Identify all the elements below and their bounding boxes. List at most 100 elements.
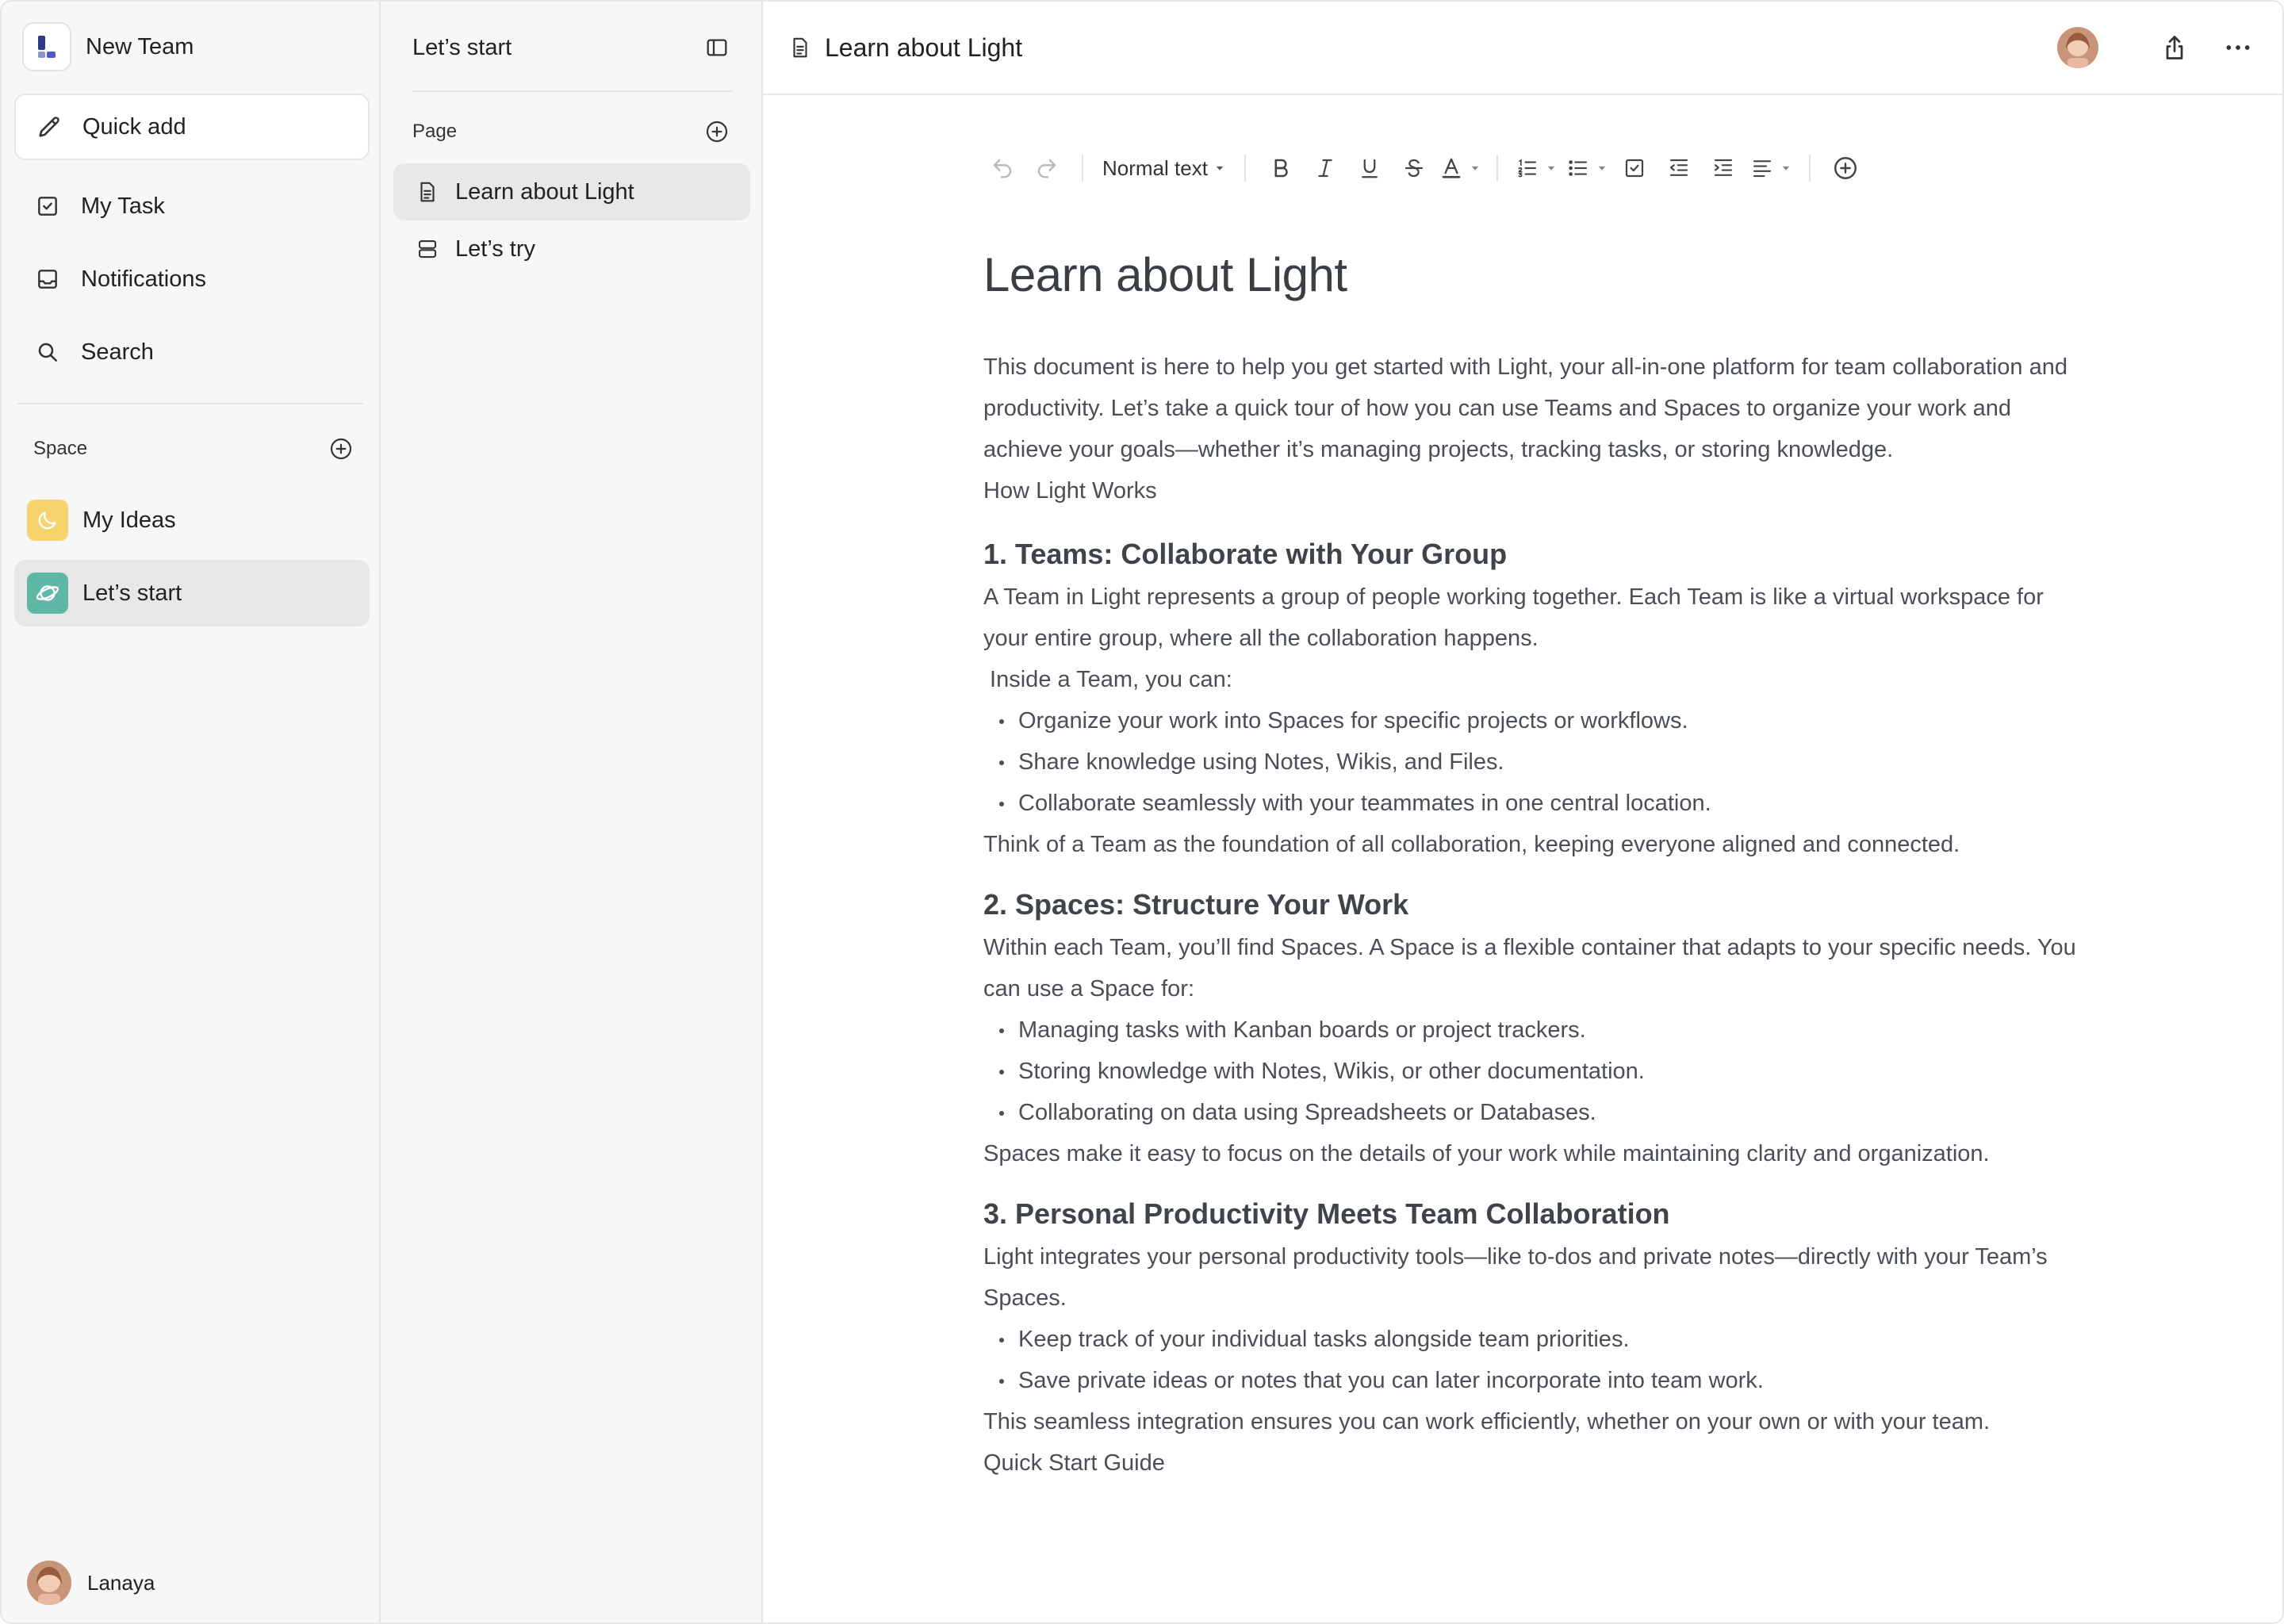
outdent-button[interactable] xyxy=(1657,146,1701,190)
user-profile[interactable]: Lanaya xyxy=(27,1561,155,1605)
section-heading: 1. Teams: Collaborate with Your Group xyxy=(983,538,1508,570)
inbox-icon xyxy=(32,263,63,295)
bold-button[interactable] xyxy=(1259,146,1303,190)
nav-item-search[interactable]: Search xyxy=(14,319,370,385)
section-lead: Inside a Team, you can: xyxy=(983,667,1232,692)
share-button[interactable] xyxy=(2152,25,2197,70)
search-icon xyxy=(32,336,63,368)
moon-icon xyxy=(27,500,68,541)
redo-button[interactable] xyxy=(1025,146,1069,190)
add-space-button[interactable] xyxy=(325,433,357,465)
list-item: Storing knowledge with Notes, Wikis, or … xyxy=(983,1051,2078,1092)
chevron-down-icon xyxy=(1598,166,1606,170)
underline-button[interactable] xyxy=(1347,146,1392,190)
bullet-list: Managing tasks with Kanban boards or pro… xyxy=(983,1009,2078,1133)
pencil-icon xyxy=(33,111,65,143)
space-label: My Ideas xyxy=(82,507,176,533)
chevron-down-icon xyxy=(1216,166,1224,170)
topbar-actions xyxy=(2057,25,2260,70)
numbered-list-button[interactable] xyxy=(1511,146,1562,190)
page-section-title: Page xyxy=(412,121,458,142)
list-item: Collaborating on data using Spreadsheets… xyxy=(983,1092,2078,1133)
sidebar: New Team Quick add My Task Notifications… xyxy=(2,2,381,1622)
section-paragraph: A Team in Light represents a group of pe… xyxy=(983,584,2044,651)
section-closing: Spaces make it easy to focus on the deta… xyxy=(983,1141,1990,1166)
formatting-toolbar: Normal text xyxy=(980,144,1868,192)
database-icon xyxy=(416,237,439,261)
nav-item-label: My Task xyxy=(81,193,165,219)
italic-button[interactable] xyxy=(1303,146,1347,190)
team-logo-icon xyxy=(22,22,71,71)
nav-item-label: Notifications xyxy=(81,266,206,292)
list-item: Save private ideas or notes that you can… xyxy=(983,1360,2078,1401)
document-body[interactable]: Learn about Light This document is here … xyxy=(983,247,2078,1484)
team-name: New Team xyxy=(86,33,194,59)
list-item: Keep track of your individual tasks alon… xyxy=(983,1319,2078,1360)
document-icon xyxy=(788,36,812,59)
chevron-down-icon xyxy=(1471,166,1479,170)
document-breadcrumb-title: Learn about Light xyxy=(825,33,1023,62)
text-style-dropdown[interactable]: Normal text xyxy=(1096,146,1232,190)
list-item: Managing tasks with Kanban boards or pro… xyxy=(983,1009,2078,1051)
user-name: Lanaya xyxy=(87,1570,155,1595)
bullet-list: Keep track of your individual tasks alon… xyxy=(983,1319,2078,1401)
undo-button[interactable] xyxy=(980,146,1025,190)
space-item-lets-start[interactable]: Let’s start xyxy=(14,560,370,626)
quick-add-label: Quick add xyxy=(82,113,186,140)
app-window: New Team Quick add My Task Notifications… xyxy=(0,0,2284,1624)
nav-item-label: Search xyxy=(81,339,154,365)
add-page-button[interactable] xyxy=(701,116,733,147)
how-it-works-line: How Light Works xyxy=(983,478,1157,504)
quick-add-button[interactable]: Quick add xyxy=(14,94,370,160)
space-label: Let’s start xyxy=(82,580,182,606)
space-title: Let’s start xyxy=(412,34,512,60)
bullet-list-button[interactable] xyxy=(1562,146,1612,190)
chevron-down-icon xyxy=(1782,166,1790,170)
indent-button[interactable] xyxy=(1701,146,1746,190)
avatar xyxy=(27,1561,71,1605)
section-heading: 3. Personal Productivity Meets Team Coll… xyxy=(983,1197,1670,1230)
toolbar-divider xyxy=(1808,155,1811,182)
list-item: Organize your work into Spaces for speci… xyxy=(983,700,2078,741)
text-color-button[interactable] xyxy=(1436,146,1484,190)
document-breadcrumb[interactable]: Learn about Light xyxy=(788,33,1022,63)
bullet-list: Organize your work into Spaces for speci… xyxy=(983,700,2078,824)
planet-icon xyxy=(27,573,68,614)
section-closing: Think of a Team as the foundation of all… xyxy=(983,832,1960,857)
team-switcher[interactable]: New Team xyxy=(22,22,194,71)
document-area: Learn about Light Normal text Learn abou… xyxy=(763,2,2282,1622)
space-item-my-ideas[interactable]: My Ideas xyxy=(14,487,370,553)
checkbox-icon xyxy=(32,190,63,222)
page-list-panel: Let’s start Page Learn about Light Let’s… xyxy=(381,2,763,1622)
toolbar-divider xyxy=(1244,155,1246,182)
align-dropdown[interactable] xyxy=(1746,146,1796,190)
next-heading-cutoff: Quick Start Guide xyxy=(983,1450,1165,1476)
space-section-header: Space xyxy=(33,433,357,465)
sidebar-toggle-icon[interactable] xyxy=(701,32,733,63)
more-options-button[interactable] xyxy=(2216,25,2260,70)
list-item: Share knowledge using Notes, Wikis, and … xyxy=(983,741,2078,783)
intro-paragraph: This document is here to help you get st… xyxy=(983,354,2067,462)
toolbar-divider xyxy=(1496,155,1498,182)
section-paragraph: Within each Team, you’ll find Spaces. A … xyxy=(983,935,2076,1002)
page-list-divider xyxy=(412,90,733,92)
document-title[interactable]: Learn about Light xyxy=(983,247,2078,302)
section-paragraph: Light integrates your personal productiv… xyxy=(983,1244,2048,1311)
sidebar-divider xyxy=(17,403,363,404)
strikethrough-button[interactable] xyxy=(1392,146,1436,190)
page-item-label: Learn about Light xyxy=(455,178,634,205)
document-icon xyxy=(416,180,439,204)
page-item-learn-about-light[interactable]: Learn about Light xyxy=(393,163,750,220)
collaborator-avatar[interactable] xyxy=(2057,27,2098,68)
section-closing: This seamless integration ensures you ca… xyxy=(983,1409,1991,1434)
page-list-header: Let’s start xyxy=(412,32,733,63)
text-style-label: Normal text xyxy=(1102,155,1208,180)
toolbar-divider xyxy=(1082,155,1083,182)
nav-item-notifications[interactable]: Notifications xyxy=(14,246,370,312)
insert-button[interactable] xyxy=(1823,146,1868,190)
space-section-title: Space xyxy=(33,438,88,459)
page-section-header: Page xyxy=(412,116,733,147)
page-item-lets-try[interactable]: Let’s try xyxy=(393,220,750,278)
nav-item-my-task[interactable]: My Task xyxy=(14,173,370,239)
checklist-button[interactable] xyxy=(1612,146,1657,190)
